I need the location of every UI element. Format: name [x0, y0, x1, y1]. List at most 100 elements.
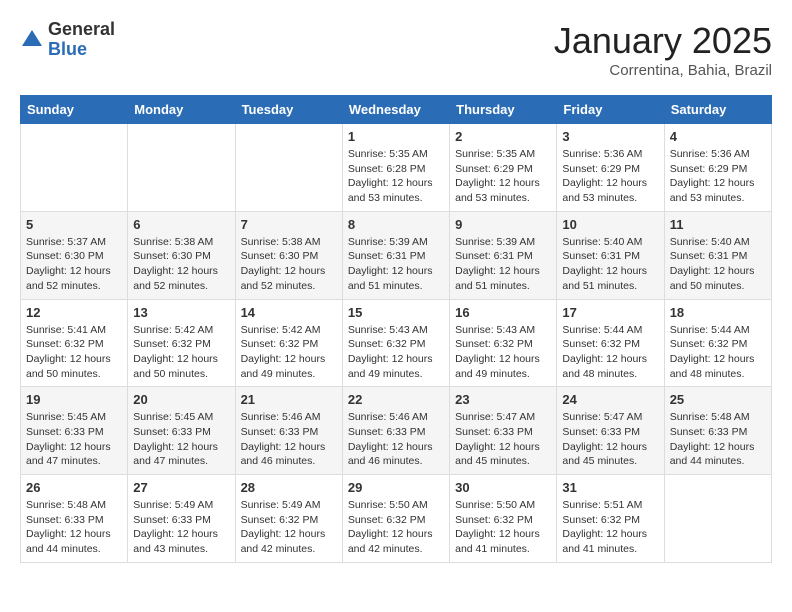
calendar-cell: 8Sunrise: 5:39 AM Sunset: 6:31 PM Daylig…: [342, 211, 449, 299]
day-number: 11: [670, 217, 766, 232]
day-info: Sunrise: 5:38 AM Sunset: 6:30 PM Dayligh…: [133, 235, 229, 294]
calendar-cell: [128, 124, 235, 212]
calendar-cell: 2Sunrise: 5:35 AM Sunset: 6:29 PM Daylig…: [450, 124, 557, 212]
day-number: 2: [455, 129, 551, 144]
logo: General Blue: [20, 20, 115, 60]
day-number: 31: [562, 480, 658, 495]
day-info: Sunrise: 5:44 AM Sunset: 6:32 PM Dayligh…: [670, 323, 766, 382]
day-number: 25: [670, 392, 766, 407]
weekday-header-saturday: Saturday: [664, 96, 771, 124]
day-info: Sunrise: 5:50 AM Sunset: 6:32 PM Dayligh…: [455, 498, 551, 557]
day-info: Sunrise: 5:43 AM Sunset: 6:32 PM Dayligh…: [348, 323, 444, 382]
day-info: Sunrise: 5:48 AM Sunset: 6:33 PM Dayligh…: [670, 410, 766, 469]
day-number: 28: [241, 480, 337, 495]
day-info: Sunrise: 5:42 AM Sunset: 6:32 PM Dayligh…: [241, 323, 337, 382]
calendar-cell: [664, 475, 771, 563]
day-info: Sunrise: 5:45 AM Sunset: 6:33 PM Dayligh…: [26, 410, 122, 469]
calendar-cell: 29 Sunrise: 5:50 AM Sunset: 6:32 PM Dayli…: [342, 475, 449, 563]
calendar-cell: 31 Sunrise: 5:51 AM Sunset: 6:32 PM Dayli…: [557, 475, 664, 563]
calendar-cell: 24Sunrise: 5:47 AM Sunset: 6:33 PM Dayli…: [557, 387, 664, 475]
calendar-cell: 16 Sunrise: 5:43 AM Sunset: 6:32 PM Dayli…: [450, 299, 557, 387]
weekday-header-tuesday: Tuesday: [235, 96, 342, 124]
logo-icon: [20, 28, 44, 52]
day-info: Sunrise: 5:46 AM Sunset: 6:33 PM Dayligh…: [241, 410, 337, 469]
day-number: 19: [26, 392, 122, 407]
day-info: Sunrise: 5:47 AM Sunset: 6:33 PM Dayligh…: [562, 410, 658, 469]
calendar-cell: 10 Sunrise: 5:40 AM Sunset: 6:31 PM Dayli…: [557, 211, 664, 299]
calendar-cell: 25 Sunrise: 5:48 AM Sunset: 6:33 PM Dayli…: [664, 387, 771, 475]
day-number: 1: [348, 129, 444, 144]
title-block: January 2025 Correntina, Bahia, Brazil: [554, 20, 772, 79]
calendar-cell: 5 Sunrise: 5:37 AM Sunset: 6:30 PM Daylig…: [21, 211, 128, 299]
day-number: 26: [26, 480, 122, 495]
calendar-cell: 30 Sunrise: 5:50 AM Sunset: 6:32 PM Dayli…: [450, 475, 557, 563]
logo-blue-text: Blue: [48, 39, 87, 59]
calendar-cell: 12Sunrise: 5:41 AM Sunset: 6:32 PM Dayli…: [21, 299, 128, 387]
weekday-header-thursday: Thursday: [450, 96, 557, 124]
weekday-header-row: SundayMondayTuesdayWednesdayThursdayFrid…: [21, 96, 772, 124]
day-info: Sunrise: 5:36 AM Sunset: 6:29 PM Dayligh…: [562, 147, 658, 206]
day-number: 8: [348, 217, 444, 232]
day-info: Sunrise: 5:35 AM Sunset: 6:28 PM Dayligh…: [348, 147, 444, 206]
calendar-cell: 1 Sunrise: 5:35 AM Sunset: 6:28 PM Daylig…: [342, 124, 449, 212]
weekday-header-friday: Friday: [557, 96, 664, 124]
day-number: 20: [133, 392, 229, 407]
day-number: 16: [455, 305, 551, 320]
calendar-cell: 4Sunrise: 5:36 AM Sunset: 6:29 PM Daylig…: [664, 124, 771, 212]
page-header: General Blue January 2025 Correntina, Ba…: [20, 20, 772, 79]
calendar-week-1: 1 Sunrise: 5:35 AM Sunset: 6:28 PM Daylig…: [21, 124, 772, 212]
day-number: 9: [455, 217, 551, 232]
day-info: Sunrise: 5:47 AM Sunset: 6:33 PM Dayligh…: [455, 410, 551, 469]
day-number: 14: [241, 305, 337, 320]
calendar-cell: 14 Sunrise: 5:42 AM Sunset: 6:32 PM Dayli…: [235, 299, 342, 387]
location-subtitle: Correntina, Bahia, Brazil: [554, 62, 772, 79]
calendar-cell: 21 Sunrise: 5:46 AM Sunset: 6:33 PM Dayli…: [235, 387, 342, 475]
calendar-cell: 15Sunrise: 5:43 AM Sunset: 6:32 PM Dayli…: [342, 299, 449, 387]
day-info: Sunrise: 5:37 AM Sunset: 6:30 PM Dayligh…: [26, 235, 122, 294]
day-number: 23: [455, 392, 551, 407]
calendar-cell: [235, 124, 342, 212]
day-info: Sunrise: 5:50 AM Sunset: 6:32 PM Dayligh…: [348, 498, 444, 557]
calendar-cell: 7 Sunrise: 5:38 AM Sunset: 6:30 PM Daylig…: [235, 211, 342, 299]
day-number: 21: [241, 392, 337, 407]
day-number: 27: [133, 480, 229, 495]
logo-general-text: General: [48, 19, 115, 39]
day-number: 7: [241, 217, 337, 232]
calendar-week-4: 19 Sunrise: 5:45 AM Sunset: 6:33 PM Dayli…: [21, 387, 772, 475]
calendar-cell: 27 Sunrise: 5:49 AM Sunset: 6:33 PM Dayli…: [128, 475, 235, 563]
day-info: Sunrise: 5:40 AM Sunset: 6:31 PM Dayligh…: [670, 235, 766, 294]
day-number: 18: [670, 305, 766, 320]
weekday-header-sunday: Sunday: [21, 96, 128, 124]
day-number: 3: [562, 129, 658, 144]
month-title: January 2025: [554, 20, 772, 62]
day-number: 30: [455, 480, 551, 495]
day-info: Sunrise: 5:49 AM Sunset: 6:33 PM Dayligh…: [133, 498, 229, 557]
calendar-cell: 13Sunrise: 5:42 AM Sunset: 6:32 PM Dayli…: [128, 299, 235, 387]
day-number: 22: [348, 392, 444, 407]
calendar-cell: 20 Sunrise: 5:45 AM Sunset: 6:33 PM Dayli…: [128, 387, 235, 475]
day-number: 29: [348, 480, 444, 495]
calendar-cell: [21, 124, 128, 212]
day-info: Sunrise: 5:40 AM Sunset: 6:31 PM Dayligh…: [562, 235, 658, 294]
day-info: Sunrise: 5:38 AM Sunset: 6:30 PM Dayligh…: [241, 235, 337, 294]
day-number: 10: [562, 217, 658, 232]
calendar-cell: 23 Sunrise: 5:47 AM Sunset: 6:33 PM Dayli…: [450, 387, 557, 475]
day-info: Sunrise: 5:42 AM Sunset: 6:32 PM Dayligh…: [133, 323, 229, 382]
day-number: 5: [26, 217, 122, 232]
day-info: Sunrise: 5:51 AM Sunset: 6:32 PM Dayligh…: [562, 498, 658, 557]
day-number: 6: [133, 217, 229, 232]
calendar-cell: 22Sunrise: 5:46 AM Sunset: 6:33 PM Dayli…: [342, 387, 449, 475]
day-info: Sunrise: 5:45 AM Sunset: 6:33 PM Dayligh…: [133, 410, 229, 469]
calendar-week-2: 5 Sunrise: 5:37 AM Sunset: 6:30 PM Daylig…: [21, 211, 772, 299]
day-info: Sunrise: 5:44 AM Sunset: 6:32 PM Dayligh…: [562, 323, 658, 382]
calendar-cell: 26Sunrise: 5:48 AM Sunset: 6:33 PM Dayli…: [21, 475, 128, 563]
day-info: Sunrise: 5:36 AM Sunset: 6:29 PM Dayligh…: [670, 147, 766, 206]
weekday-header-wednesday: Wednesday: [342, 96, 449, 124]
calendar-week-3: 12Sunrise: 5:41 AM Sunset: 6:32 PM Dayli…: [21, 299, 772, 387]
day-info: Sunrise: 5:43 AM Sunset: 6:32 PM Dayligh…: [455, 323, 551, 382]
weekday-header-monday: Monday: [128, 96, 235, 124]
day-number: 17: [562, 305, 658, 320]
calendar-cell: 9Sunrise: 5:39 AM Sunset: 6:31 PM Daylig…: [450, 211, 557, 299]
calendar-cell: 17 Sunrise: 5:44 AM Sunset: 6:32 PM Dayli…: [557, 299, 664, 387]
calendar-table: SundayMondayTuesdayWednesdayThursdayFrid…: [20, 95, 772, 563]
